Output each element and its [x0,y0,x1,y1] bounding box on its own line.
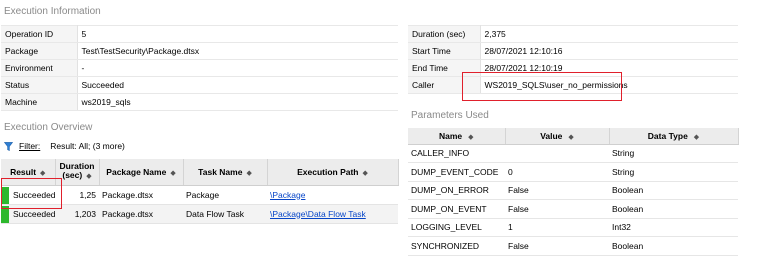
sort-icon: ◆ [468,133,474,141]
info-label: Environment [1,59,78,77]
column-header-package-name[interactable]: Package Name ◆ [99,159,184,186]
sort-icon: ◆ [246,169,252,177]
info-label: Machine [1,93,78,111]
parameters-grid: Name ◆ Value ◆ Data Type ◆ CALLER_INFO Stri… [408,128,739,256]
filter-link[interactable]: Filter: [19,141,40,151]
column-header-name[interactable]: Name ◆ [408,128,506,145]
info-value: 5 [77,25,398,43]
info-value: 2,375 [480,25,738,43]
info-row-start-time: Start Time 28/07/2021 12:10:16 [408,42,738,60]
param-type: Boolean [609,236,738,256]
param-value: False [505,199,609,219]
info-row-machine: Machine ws2019_sqls [1,93,398,111]
param-value: False [505,181,609,200]
info-row-duration: Duration (sec) 2,375 [408,25,738,43]
execution-path-link[interactable]: \Package\Data Flow Task [267,204,398,224]
table-row[interactable]: DUMP_ON_ERROR False Boolean [408,181,738,200]
param-name: DUMP_ON_ERROR [408,181,505,200]
sort-icon: ◆ [362,169,368,177]
param-name: DUMP_ON_EVENT [408,199,505,219]
param-value: 1 [505,218,609,237]
param-name: SYNCHRONIZED [408,236,505,256]
filter-icon[interactable] [4,141,13,151]
info-label: Package [1,42,78,60]
info-label: Operation ID [1,25,78,43]
package-cell: Package.dtsx [99,204,183,224]
info-value: Succeeded [77,76,398,94]
task-cell: Package [183,185,267,205]
param-type: String [609,162,738,182]
table-row[interactable]: LOGGING_LEVEL 1 Int32 [408,218,738,237]
package-cell: Package.dtsx [99,185,183,205]
column-header-data-type[interactable]: Data Type ◆ [609,128,739,145]
filter-summary: Result: All; (3 more) [50,141,125,151]
param-name: LOGGING_LEVEL [408,218,505,237]
param-name: DUMP_EVENT_CODE [408,162,505,182]
filter-bar: Filter: Result: All; (3 more) [4,141,125,151]
info-value: ws2019_sqls [77,93,398,111]
execution-information-title: Execution Information [4,6,101,17]
sort-icon: ◆ [693,133,700,141]
sort-icon: ◆ [170,169,176,177]
execution-info-table: Operation ID 5 Package Test\TestSecurity… [1,25,398,111]
param-value [505,144,609,163]
parameters-used-title: Parameters Used [411,110,489,121]
param-value: 0 [505,162,609,182]
param-type: String [609,144,738,163]
sort-icon: ◆ [568,133,574,141]
sort-icon: ◆ [40,169,46,177]
params-header-row: Name ◆ Value ◆ Data Type ◆ [408,128,739,145]
info-label: Status [1,76,78,94]
info-row-operation-id: Operation ID 5 [1,25,398,43]
execution-overview-title: Execution Overview [4,122,93,133]
info-row-environment: Environment - [1,59,398,77]
table-row[interactable]: CALLER_INFO String [408,144,738,163]
info-row-status: Status Succeeded [1,76,398,94]
sort-icon: ◆ [86,173,92,181]
task-cell: Data Flow Task [183,204,267,224]
column-header-execution-path[interactable]: Execution Path ◆ [267,159,399,186]
table-row[interactable]: DUMP_ON_EVENT False Boolean [408,199,738,219]
info-row-package: Package Test\TestSecurity\Package.dtsx [1,42,398,60]
info-label: Duration (sec) [408,25,481,43]
info-value: - [77,59,398,77]
param-type: Boolean [609,181,738,200]
result-highlight-box [1,178,62,209]
param-type: Int32 [609,218,738,237]
column-header-value[interactable]: Value ◆ [505,128,610,145]
column-header-task-name[interactable]: Task Name ◆ [183,159,268,186]
table-row[interactable]: DUMP_EVENT_CODE 0 String [408,162,738,182]
table-row[interactable]: SYNCHRONIZED False Boolean [408,236,738,256]
info-value: Test\TestSecurity\Package.dtsx [77,42,398,60]
caller-highlight-box [462,72,622,101]
info-value: 28/07/2021 12:10:16 [480,42,738,60]
param-name: CALLER_INFO [408,144,505,163]
execution-path-link[interactable]: \Package [267,185,398,205]
info-label: Start Time [408,42,481,60]
param-value: False [505,236,609,256]
param-type: Boolean [609,199,738,219]
